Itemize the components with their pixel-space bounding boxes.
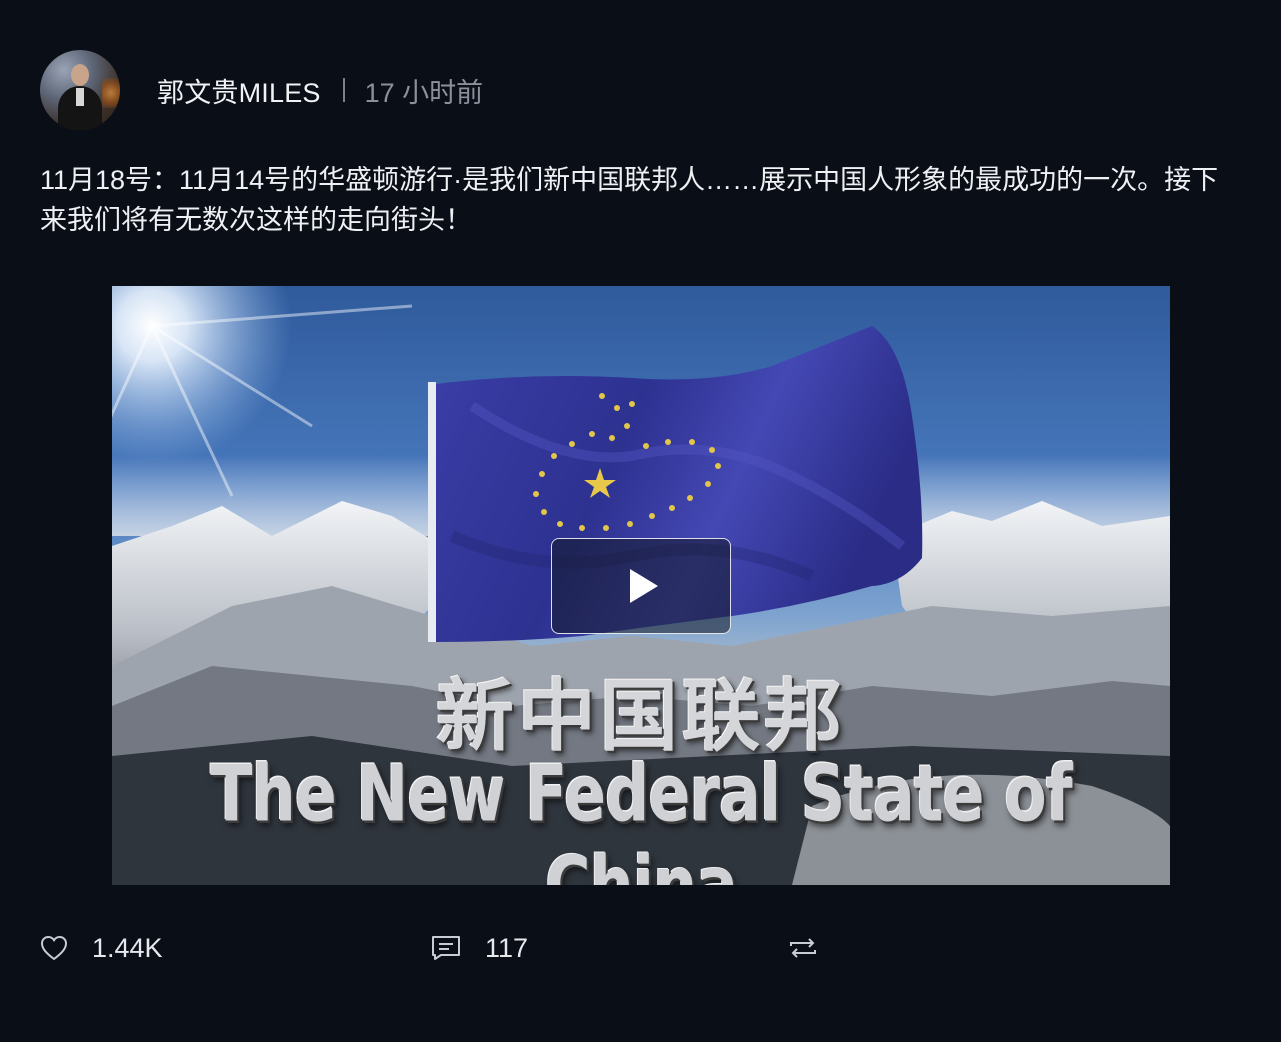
like-count: 1.44K [92, 932, 163, 963]
post-timestamp: 17 小时前 [364, 77, 484, 108]
header-divider [342, 78, 345, 102]
comment-count: 117 [485, 932, 529, 963]
video-title-english: The New Federal State of China [210, 747, 1072, 885]
repost-button[interactable] [788, 928, 818, 968]
author-name[interactable]: 郭文贵MILES [157, 71, 321, 110]
action-bar: 1.44K 117 [40, 928, 1240, 968]
play-button[interactable] [551, 538, 731, 634]
comment-icon [432, 936, 460, 960]
post-card: 郭文贵MILES 17 小时前 11月18号：11月14号的华盛顿游行·是我们新… [0, 0, 1281, 1042]
post-text: 11月18号：11月14号的华盛顿游行·是我们新中国联邦人……展示中国人形象的最… [40, 165, 1219, 235]
repost-icon [790, 938, 816, 958]
comment-button[interactable]: 117 [431, 928, 528, 968]
author-avatar[interactable] [40, 50, 120, 130]
like-button[interactable]: 1.44K [40, 928, 163, 968]
heart-icon [40, 935, 68, 961]
video-player[interactable]: 新中国联邦 The New Federal State of China [112, 286, 1170, 885]
post-header: 郭文贵MILES 17 小时前 [40, 50, 483, 130]
play-icon [630, 569, 658, 603]
